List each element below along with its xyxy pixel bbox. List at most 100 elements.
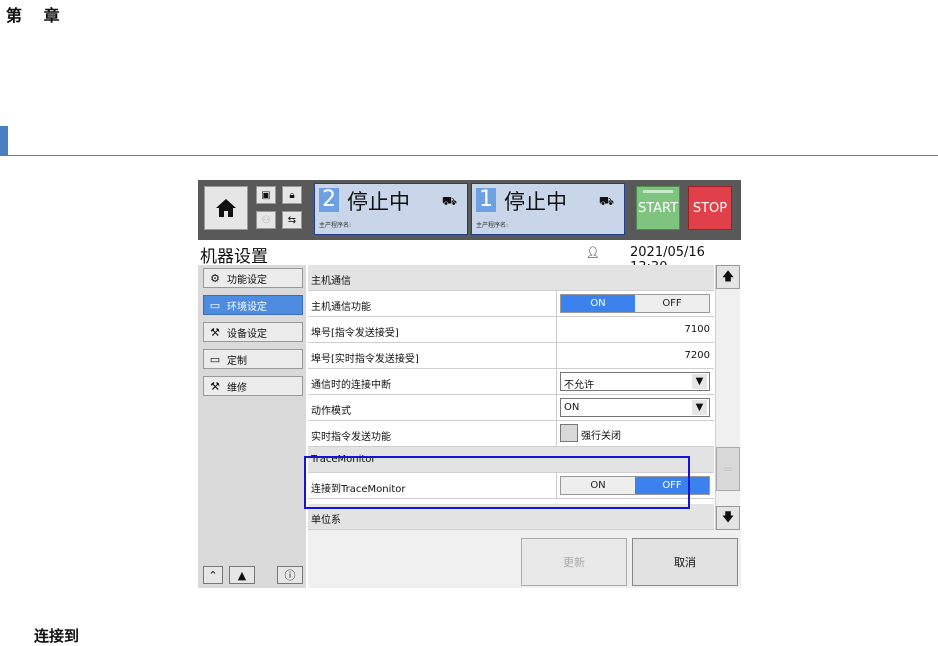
setting-value: ON OFF (556, 291, 714, 316)
vertical-scrollbar[interactable]: 🡅 :::: 🡇 (715, 265, 740, 530)
setting-label: 通信时的连接中断 (311, 380, 391, 391)
chevron-down-icon[interactable]: ▼ (692, 400, 707, 415)
chapter-heading: 第 章 (6, 6, 62, 25)
setting-number: 7200 (684, 350, 710, 361)
section-marker (0, 126, 8, 156)
cancel-button[interactable]: 取消 (632, 538, 738, 586)
host-comm-toggle[interactable]: ON OFF (560, 294, 710, 313)
info-icon: ⓘ (284, 569, 296, 582)
customize-icon: ▭ (209, 352, 221, 366)
toggle-on[interactable]: ON (561, 295, 635, 312)
arrow-down-icon: 🡇 (721, 509, 735, 524)
network-icon: ⇆ (287, 214, 297, 226)
setting-row: 动作模式 ON ▼ (308, 395, 714, 421)
top-bar: ▣ 🔒︎ ⚇ ⇆ 2 停止中 ⛟ 主产程序名: 1 停止中 ⛟ 主产程序名: S… (198, 180, 741, 240)
lock-button[interactable]: 🔒︎ (282, 186, 302, 204)
setting-label: 主机通信功能 (311, 302, 371, 313)
double-chevron-up-icon: ⌃ (208, 568, 218, 582)
scroll-up-button[interactable]: 🡅 (716, 265, 740, 289)
footer-actions: 更新 取消 (308, 530, 741, 588)
stop-button[interactable]: STOP (688, 186, 732, 230)
sidebar-item-label: 定制 (227, 355, 247, 367)
lock-icon: 🔒︎ (289, 189, 295, 201)
setting-row: 主机通信功能 ON OFF (308, 291, 714, 317)
sidebar-item-label: 环境设定 (227, 301, 267, 313)
setting-row: 埠号[指令发送接受] 7100 (308, 317, 714, 343)
sidebar-item-function[interactable]: ⚙ 功能设定 (203, 268, 303, 288)
selected-value: 不允许 (564, 380, 594, 391)
toggle-off[interactable]: OFF (635, 295, 709, 312)
users-icon: ⚇ (261, 214, 271, 226)
section-title: 单位系 (311, 515, 341, 526)
chevron-down-icon[interactable]: ▼ (692, 374, 707, 389)
checkbox-label: 强行关闭 (581, 431, 621, 442)
sidebar-item-label: 设备设定 (227, 328, 267, 340)
sidebar-item-maintenance[interactable]: ⚒ 维修 (203, 376, 303, 396)
monitor-settings-icon: ▭ (209, 298, 221, 312)
user-login-button[interactable]: ⚇ (256, 211, 276, 229)
arrow-up-icon: 🡅 (721, 268, 735, 283)
program-label: 主产程序名: (476, 222, 509, 229)
collapse-up-button[interactable]: ⌃ (203, 566, 223, 584)
stop-label: STOP (692, 200, 728, 216)
setting-value: ON ▼ (556, 395, 714, 420)
setting-label: 埠号[指令发送接受] (311, 328, 399, 339)
scroll-thumb[interactable]: :::: (716, 447, 740, 491)
setting-value: 不允许 ▼ (556, 369, 714, 394)
start-lamp (643, 190, 673, 193)
home-icon (216, 199, 236, 217)
gear-cog-icon: ⚙ (210, 271, 220, 285)
highlight-box (304, 456, 690, 509)
disconnect-select[interactable]: 不允许 ▼ (560, 372, 710, 391)
update-button[interactable]: 更新 (521, 538, 627, 586)
selected-value: ON (564, 402, 580, 413)
setting-label: 动作模式 (311, 406, 351, 417)
alarm-button[interactable]: ▲ (229, 566, 255, 584)
sidebar-item-customize[interactable]: ▭ 定制 (203, 349, 303, 369)
force-off-checkbox[interactable] (560, 424, 578, 442)
title-bar: 机器设置 👤︎ 2021/05/16 13:30 (198, 240, 741, 275)
keyboard-button[interactable]: ▣ (256, 186, 276, 204)
sidebar-item-label: 功能设定 (227, 274, 267, 286)
scroll-down-button[interactable]: 🡇 (716, 506, 740, 530)
setting-value: 强行关闭 (556, 421, 714, 446)
maintenance-icon: ⚒ (210, 379, 220, 393)
setting-label: 实时指令发送功能 (311, 432, 391, 443)
port-rt-field[interactable]: 7200 (556, 343, 714, 368)
setting-row: 通信时的连接中断 不允许 ▼ (308, 369, 714, 395)
program-label: 主产程序名: (319, 222, 352, 229)
hmi-screen: ▣ 🔒︎ ⚇ ⇆ 2 停止中 ⛟ 主产程序名: 1 停止中 ⛟ 主产程序名: S… (198, 180, 741, 588)
info-button[interactable]: ⓘ (277, 566, 303, 584)
program-icon: ⛟ (441, 194, 457, 208)
mode-select[interactable]: ON ▼ (560, 398, 710, 417)
caption: 连接到 (34, 627, 80, 645)
section-header: 主机通信 (308, 265, 714, 291)
sidebar: ⚙ 功能设定 ▭ 环境设定 ⚒ 设备设定 ▭ 定制 ⚒ 维修 (198, 265, 306, 588)
panel-state: 停止中 (347, 190, 410, 214)
port-cmd-field[interactable]: 7100 (556, 317, 714, 342)
start-button[interactable]: START (636, 186, 680, 230)
program-icon: ⛟ (598, 194, 614, 208)
home-button[interactable] (204, 186, 248, 230)
setting-row: 埠号[实时指令发送接受] 7200 (308, 343, 714, 369)
device-settings-icon: ⚒ (210, 325, 220, 339)
setting-number: 7100 (684, 324, 710, 335)
sidebar-item-label: 维修 (227, 382, 247, 394)
panel-state: 停止中 (504, 190, 567, 214)
warning-icon: ▲ (237, 568, 247, 582)
keyboard-icon: ▣ (261, 189, 271, 201)
user-icon: 👤︎ (586, 246, 600, 259)
network-button[interactable]: ⇆ (282, 211, 302, 229)
start-label: START (637, 200, 679, 216)
panel-number: 1 (476, 188, 496, 212)
sidebar-item-environment[interactable]: ▭ 环境设定 (203, 295, 303, 315)
sidebar-item-device[interactable]: ⚒ 设备设定 (203, 322, 303, 342)
page-title: 机器设置 (200, 247, 268, 267)
setting-label: 埠号[实时指令发送接受] (311, 354, 419, 365)
panel-number: 2 (319, 188, 339, 212)
setting-row: 实时指令发送功能 强行关闭 (308, 421, 714, 447)
status-panel-1[interactable]: 1 停止中 ⛟ 主产程序名: (471, 183, 625, 235)
section-rule (0, 155, 938, 156)
status-panel-2[interactable]: 2 停止中 ⛟ 主产程序名: (314, 183, 468, 235)
section-title: 主机通信 (311, 276, 351, 287)
